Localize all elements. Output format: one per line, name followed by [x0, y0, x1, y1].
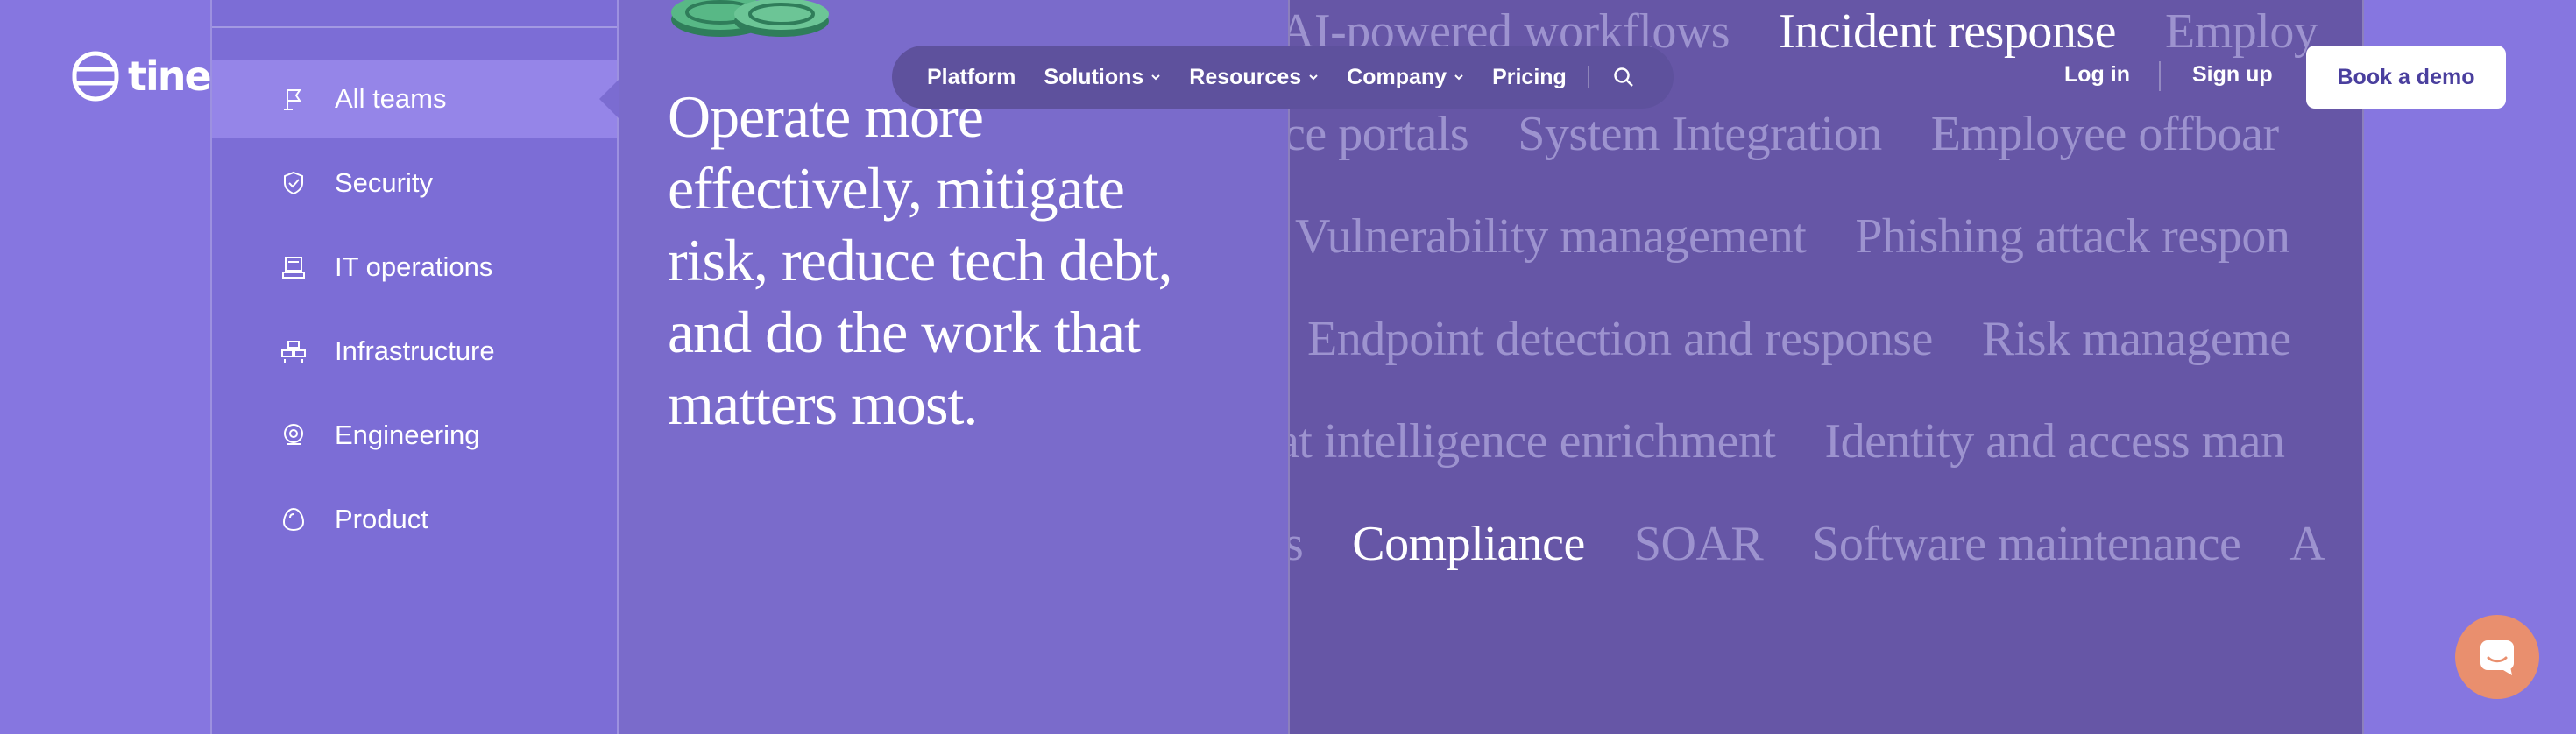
word-cloud-row: Vulnerability management Phishing attack … [1295, 208, 2339, 265]
nav-item-label: Company [1347, 64, 1447, 89]
book-demo-button[interactable]: Book a demo [2306, 46, 2506, 109]
use-case-term: s [1290, 517, 1304, 571]
sidebar-item-label: Security [335, 167, 433, 198]
main-nav: Platform Solutions Resources Company Pri… [892, 46, 1674, 109]
shield-icon [280, 170, 307, 196]
use-case-term: Employee offboar [1930, 107, 2279, 161]
chevron-down-icon [1151, 74, 1161, 81]
use-case-term: SOAR [1633, 517, 1764, 571]
use-case-term: at intelligence enrichment [1288, 414, 1776, 469]
word-cloud-row: s Compliance SOAR Software maintenance A [1290, 516, 2362, 572]
use-case-term-highlighted: Incident response [1779, 4, 2116, 59]
word-cloud-row: ice portals System Integration Employee of… [1288, 106, 2328, 162]
sidebar-item-security[interactable]: Security [212, 144, 617, 222]
nav-item-label: Platform [927, 64, 1016, 89]
use-case-term: A [2289, 517, 2325, 571]
search-button[interactable] [1612, 66, 1635, 88]
use-case-term: ice portals [1288, 107, 1469, 161]
word-cloud-row: Endpoint detection and response Risk mana… [1307, 311, 2340, 367]
search-icon [1614, 67, 1633, 87]
nav-item-solutions[interactable]: Solutions [1044, 65, 1161, 90]
nav-item-resources[interactable]: Resources [1189, 65, 1319, 90]
tines-logo-icon [72, 51, 119, 102]
computer-icon [280, 254, 307, 280]
use-case-term: Identity and access man [1824, 414, 2285, 469]
nav-item-label: Pricing [1492, 64, 1567, 89]
egg-icon [280, 506, 307, 533]
use-case-term: Phishing attack respon [1855, 209, 2290, 264]
nav-item-platform[interactable]: Platform [927, 65, 1016, 90]
chevron-down-icon [1309, 74, 1318, 81]
sidebar-item-label: Product [335, 504, 428, 534]
use-case-term: Endpoint detection and response [1307, 312, 1933, 366]
use-case-term: Employ [2165, 4, 2318, 59]
use-case-word-cloud: AI-powered workflows Incident response Emp… [1288, 0, 2364, 734]
nav-item-label: Resources [1189, 64, 1302, 89]
sidebar-item-engineering[interactable]: Engineering [212, 396, 617, 475]
gear-badge-icon [280, 422, 307, 448]
sidebar-item-infrastructure[interactable]: Infrastructure [212, 312, 617, 391]
coins-illustration [668, 0, 834, 45]
use-case-term: System Integration [1518, 107, 1882, 161]
login-link[interactable]: Log in [2064, 62, 2130, 88]
word-cloud-row: at intelligence enrichment Identity and a… [1288, 413, 2334, 469]
use-case-term: Software maintenance [1812, 517, 2241, 571]
teams-sidebar: All teams Security IT operations Infrast… [210, 0, 619, 734]
flag-icon [280, 86, 307, 112]
sidebar-item-label: IT operations [335, 251, 493, 282]
sidebar-item-all-teams[interactable]: All teams [212, 60, 619, 138]
use-case-term: Risk manageme [1981, 312, 2291, 366]
tines-logo[interactable]: tines [72, 51, 234, 102]
chat-icon [2480, 640, 2514, 675]
use-case-term-highlighted: Compliance [1352, 517, 1585, 571]
sidebar-item-product[interactable]: Product [212, 480, 617, 559]
team-headline: Operate more effectively, mitigate risk,… [668, 83, 1173, 437]
chat-launcher-button[interactable] [2455, 615, 2539, 699]
auth-divider [2159, 61, 2161, 91]
use-case-term: Vulnerability management [1295, 209, 1807, 264]
nav-item-company[interactable]: Company [1347, 65, 1464, 90]
sidebar-item-label: Infrastructure [335, 335, 495, 366]
server-rack-icon [280, 338, 307, 364]
nav-divider [1587, 66, 1589, 88]
sidebar-divider [212, 26, 617, 28]
team-description-panel: Operate more effectively, mitigate risk,… [619, 0, 1288, 734]
sidebar-item-it-operations[interactable]: IT operations [212, 228, 617, 307]
nav-item-label: Solutions [1044, 64, 1144, 89]
signup-link[interactable]: Sign up [2192, 62, 2273, 88]
sidebar-item-label: Engineering [335, 420, 480, 450]
sidebar-item-label: All teams [335, 83, 447, 114]
nav-item-pricing[interactable]: Pricing [1492, 65, 1567, 90]
chevron-down-icon [1454, 74, 1463, 81]
